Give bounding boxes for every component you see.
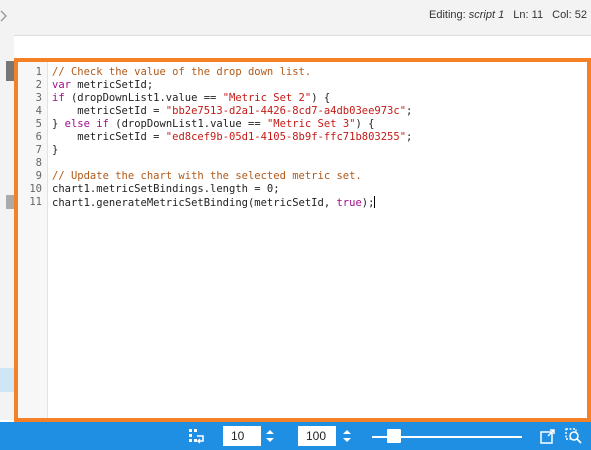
code-line[interactable]: 2 var metricSetId; [18, 79, 587, 92]
page-break-icon[interactable] [188, 428, 204, 444]
col-value: 52 [574, 9, 587, 21]
code-editor[interactable]: 1 // Check the value of the drop down lis… [18, 62, 587, 418]
code-text[interactable]: metricSetId = "ed8cef9b-05d1-4105-8b9f-f… [52, 131, 412, 144]
code-line[interactable]: 8 [18, 157, 587, 170]
line-label: Ln: [513, 9, 529, 21]
code-text[interactable]: } else if (dropDownList1.value == "Metri… [52, 118, 374, 131]
line-number: 11 [29, 196, 42, 208]
line-number: 3 [35, 92, 42, 104]
code-text[interactable]: metricSetId = "bb2e7513-d2a1-4426-8cd7-a… [52, 105, 412, 118]
zoom-input[interactable]: 100 [298, 426, 336, 446]
code-text[interactable]: chart1.metricSetBindings.length = 0; [52, 183, 280, 196]
code-text[interactable]: if (dropDownList1.value == "Metric Set 2… [52, 92, 330, 105]
code-text[interactable]: } [52, 144, 58, 157]
line-number: 2 [35, 79, 42, 91]
script-name: script 1 [468, 9, 505, 21]
zoom-stepper-icon[interactable] [341, 428, 353, 444]
code-lines[interactable]: 1 // Check the value of the drop down lis… [18, 66, 587, 209]
fit-to-window-icon[interactable] [540, 428, 556, 444]
left-panel-edge [0, 35, 14, 420]
code-line[interactable]: 1 // Check the value of the drop down lis… [18, 66, 587, 79]
code-line[interactable]: 9 // Update the chart with the selected m… [18, 170, 587, 183]
editor-status: Editing: script 1 Ln: 11 Col: 52 [429, 9, 587, 21]
line-number: 5 [35, 118, 42, 130]
text-cursor [374, 196, 376, 208]
panel-selected-item[interactable] [0, 368, 14, 392]
code-line[interactable]: 3 if (dropDownList1.value == "Metric Set … [18, 92, 587, 105]
line-number: 8 [35, 157, 42, 169]
bottom-toolbar: 10 100 [0, 422, 591, 450]
line-number: 6 [35, 131, 42, 143]
code-editor-frame: 1 // Check the value of the drop down lis… [14, 58, 591, 422]
line-number: 7 [35, 144, 42, 156]
zoom-slider-thumb[interactable] [386, 429, 401, 443]
code-text[interactable]: // Check the value of the drop down list… [52, 66, 311, 79]
code-text[interactable]: var metricSetId; [52, 79, 153, 92]
line-number: 9 [35, 170, 42, 182]
page-size-input[interactable]: 10 [223, 426, 261, 446]
divider [0, 35, 591, 36]
status-bar: Editing: script 1 Ln: 11 Col: 52 [0, 0, 591, 35]
panel-scroll-thumb[interactable] [6, 61, 14, 81]
panel-marker [6, 195, 14, 209]
code-line[interactable]: 6 metricSetId = "ed8cef9b-05d1-4105-8b9f… [18, 131, 587, 144]
zoom-search-icon[interactable] [565, 428, 582, 444]
code-text[interactable]: // Update the chart with the selected me… [52, 170, 362, 183]
page-size-stepper-icon[interactable] [264, 428, 276, 444]
code-line[interactable]: 4 metricSetId = "bb2e7513-d2a1-4426-8cd7… [18, 105, 587, 118]
line-value: 11 [531, 9, 544, 21]
line-number: 4 [35, 105, 42, 117]
line-number: 1 [35, 66, 42, 78]
editing-label: Editing: [428, 9, 466, 21]
col-label: Col: [552, 9, 572, 21]
code-line[interactable]: 5 } else if (dropDownList1.value == "Metr… [18, 118, 587, 131]
code-line[interactable]: 11 chart1.generateMetricSetBinding(metric… [18, 196, 587, 209]
code-line[interactable]: 7} [18, 144, 587, 157]
chevron-right-icon[interactable] [0, 10, 10, 22]
code-line[interactable]: 10 chart1.metricSetBindings.length = 0; [18, 183, 587, 196]
script-editor-window: Editing: script 1 Ln: 11 Col: 52 1// Che… [0, 0, 591, 450]
code-text[interactable]: chart1.generateMetricSetBinding(metricSe… [52, 196, 376, 210]
line-number: 10 [29, 183, 42, 195]
